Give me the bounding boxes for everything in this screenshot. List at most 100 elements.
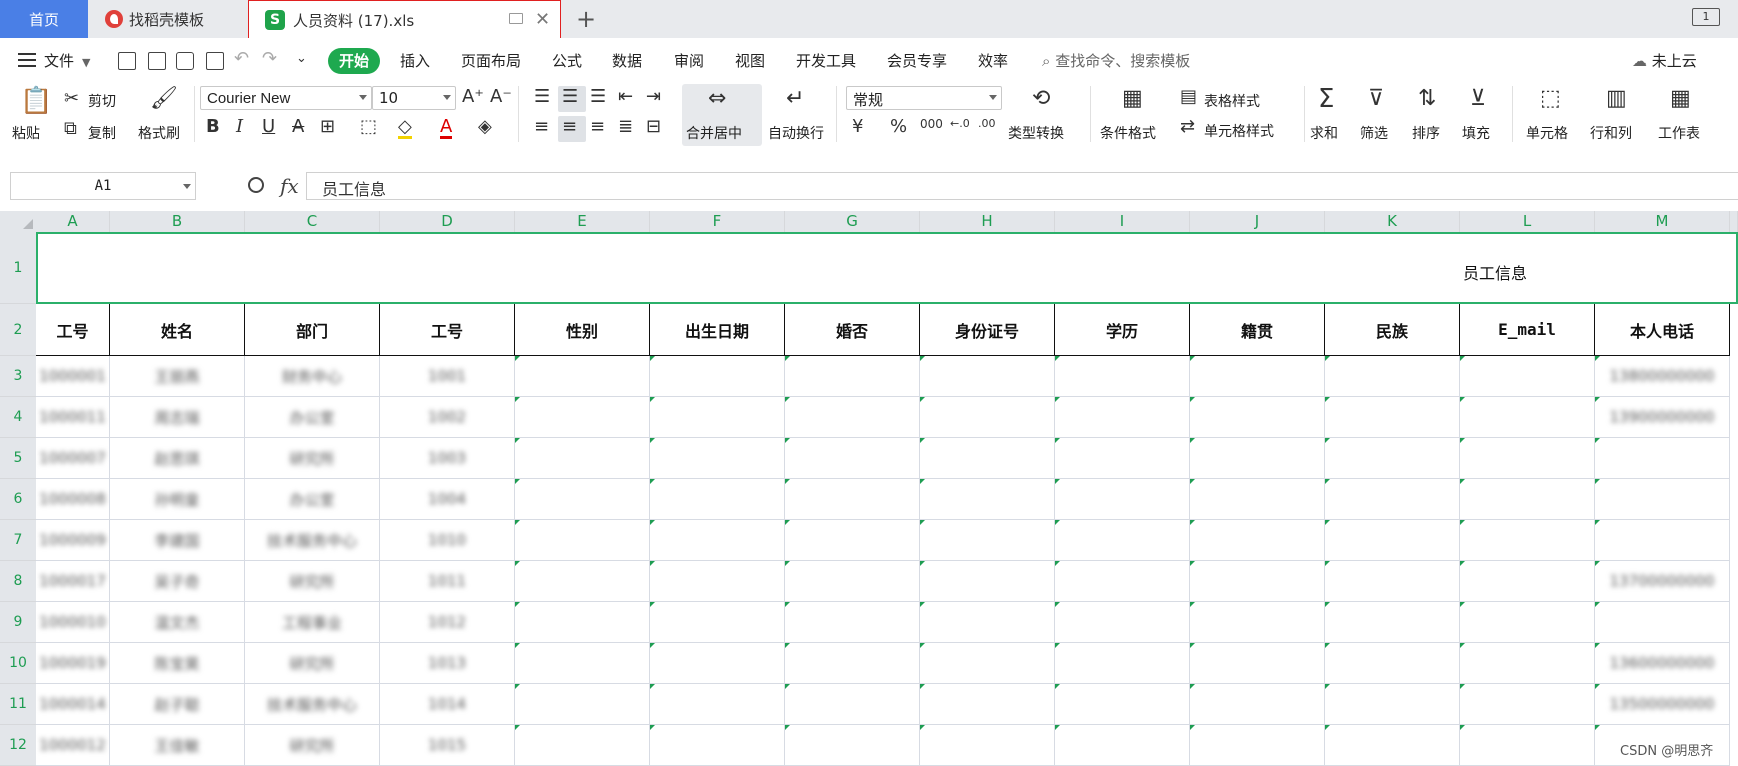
table-cell[interactable] [785, 520, 920, 561]
row-header-12[interactable]: 12 [0, 725, 36, 766]
table-cell[interactable] [1325, 725, 1460, 766]
table-cell[interactable] [920, 438, 1055, 479]
table-cell[interactable] [515, 520, 650, 561]
copy-button[interactable]: 复制 [88, 123, 116, 143]
table-cell[interactable] [1055, 397, 1190, 438]
sort-button[interactable]: 排序 [1412, 123, 1440, 143]
table-cell[interactable] [1055, 479, 1190, 520]
row-col-button[interactable]: 行和列 [1590, 123, 1632, 143]
border-icon[interactable]: ⊞ [320, 118, 335, 136]
worksheet-button[interactable]: 工作表 [1658, 123, 1700, 143]
font-name-select[interactable]: Courier New [200, 86, 372, 110]
indent-decrease-icon[interactable]: ⇤ [618, 88, 633, 106]
table-cell[interactable] [515, 561, 650, 602]
table-cell[interactable]: 赵思琪 [110, 438, 245, 479]
menu-efficiency[interactable]: 效率 [978, 50, 1008, 71]
table-cell[interactable] [650, 479, 785, 520]
wrap-text-icon[interactable]: ↵ [786, 88, 804, 110]
header-cell[interactable]: 部门 [245, 304, 380, 356]
table-cell[interactable]: 陈宝昊 [110, 643, 245, 684]
column-header-b[interactable]: B [110, 211, 245, 232]
table-cell[interactable]: 1002 [380, 397, 515, 438]
new-tab-button[interactable]: + [576, 0, 596, 38]
search-command[interactable]: ⌕ 查找命令、搜索模板 [1042, 50, 1190, 71]
align-top-icon[interactable]: ☰ [534, 88, 550, 106]
table-cell[interactable] [785, 479, 920, 520]
header-cell[interactable]: 籍贯 [1190, 304, 1325, 356]
decrease-font-icon[interactable]: A⁻ [490, 88, 512, 106]
table-cell[interactable] [515, 438, 650, 479]
table-cell[interactable] [515, 684, 650, 725]
table-cell[interactable] [1595, 479, 1730, 520]
cell-icon[interactable]: ⬚ [1540, 88, 1561, 110]
percent-icon[interactable]: % [890, 118, 907, 136]
cloud-status[interactable]: ☁ 未上云 [1632, 50, 1697, 71]
font-size-select[interactable]: 10 [372, 86, 456, 110]
table-cell[interactable] [920, 684, 1055, 725]
table-cell[interactable] [650, 438, 785, 479]
table-cell[interactable]: 研究所 [245, 725, 380, 766]
column-header-i[interactable]: I [1055, 211, 1190, 232]
table-cell[interactable] [1055, 643, 1190, 684]
table-cell[interactable] [1055, 725, 1190, 766]
menu-file[interactable]: 文件 ▼ [44, 50, 90, 71]
table-cell[interactable] [1190, 479, 1325, 520]
name-box[interactable]: A1 [10, 172, 196, 200]
table-cell[interactable] [785, 356, 920, 397]
menu-data[interactable]: 数据 [612, 50, 642, 71]
table-cell[interactable]: 1013 [380, 643, 515, 684]
table-cell[interactable] [1595, 602, 1730, 643]
row-header-6[interactable]: 6 [0, 479, 36, 520]
header-cell[interactable]: 出生日期 [650, 304, 785, 356]
cell-style-icon[interactable]: ⇄ [1180, 118, 1195, 136]
table-cell[interactable]: 1000014 [36, 684, 110, 725]
column-header-d[interactable]: D [380, 211, 515, 232]
table-cell[interactable]: 王丽燕 [110, 356, 245, 397]
table-cell[interactable]: 吴子奇 [110, 561, 245, 602]
table-cell[interactable] [1190, 397, 1325, 438]
table-cell[interactable] [785, 561, 920, 602]
table-cell[interactable]: 1012 [380, 602, 515, 643]
window-layout-icon[interactable]: 1 [1692, 8, 1720, 26]
header-cell[interactable]: E_mail [1460, 304, 1595, 356]
table-cell[interactable] [1460, 725, 1595, 766]
menu-member[interactable]: 会员专享 [887, 50, 947, 71]
cut-button[interactable]: 剪切 [88, 91, 116, 111]
table-cell[interactable] [650, 684, 785, 725]
sum-icon[interactable]: Σ [1318, 86, 1334, 112]
table-cell[interactable]: 13600000000 [1595, 643, 1730, 684]
decrease-decimal-icon[interactable]: .00 [978, 118, 996, 129]
distribute-icon[interactable]: ⊟ [646, 118, 661, 136]
table-cell[interactable]: 1001 [380, 356, 515, 397]
menu-review[interactable]: 审阅 [674, 50, 704, 71]
table-cell[interactable] [1325, 561, 1460, 602]
row-header-10[interactable]: 10 [0, 643, 36, 684]
table-cell[interactable] [650, 397, 785, 438]
thousands-icon[interactable]: 000 [920, 118, 943, 130]
paste-button[interactable]: 粘贴 [12, 123, 40, 143]
column-header-e[interactable]: E [515, 211, 650, 232]
table-cell[interactable] [1190, 438, 1325, 479]
cell-a1-merged-title[interactable]: 员工信息 [36, 232, 1738, 304]
table-cell[interactable] [785, 397, 920, 438]
table-cell[interactable] [1190, 643, 1325, 684]
filter-button[interactable]: 筛选 [1360, 123, 1388, 143]
menu-insert[interactable]: 插入 [400, 50, 430, 71]
fill-pattern-icon[interactable]: ⬚ [360, 118, 377, 136]
table-cell[interactable] [785, 643, 920, 684]
font-color-icon[interactable]: A [440, 118, 453, 139]
align-bottom-icon[interactable]: ☰ [590, 88, 606, 106]
table-cell[interactable] [1055, 438, 1190, 479]
table-cell[interactable] [650, 520, 785, 561]
fill-button[interactable]: 填充 [1462, 123, 1490, 143]
table-cell[interactable]: 13900000000 [1595, 397, 1730, 438]
table-cell[interactable] [650, 725, 785, 766]
formula-input[interactable]: 员工信息 [306, 172, 1738, 200]
table-cell[interactable]: 技术服务中心 [245, 684, 380, 725]
table-style-button[interactable]: 表格样式 [1204, 91, 1260, 111]
table-cell[interactable]: 1000009 [36, 520, 110, 561]
table-cell[interactable] [920, 479, 1055, 520]
table-style-icon[interactable]: ▤ [1180, 88, 1197, 106]
table-cell[interactable]: 1000010 [36, 602, 110, 643]
tab-active-file[interactable]: S 人员资料 (17).xls ✕ [248, 0, 561, 40]
